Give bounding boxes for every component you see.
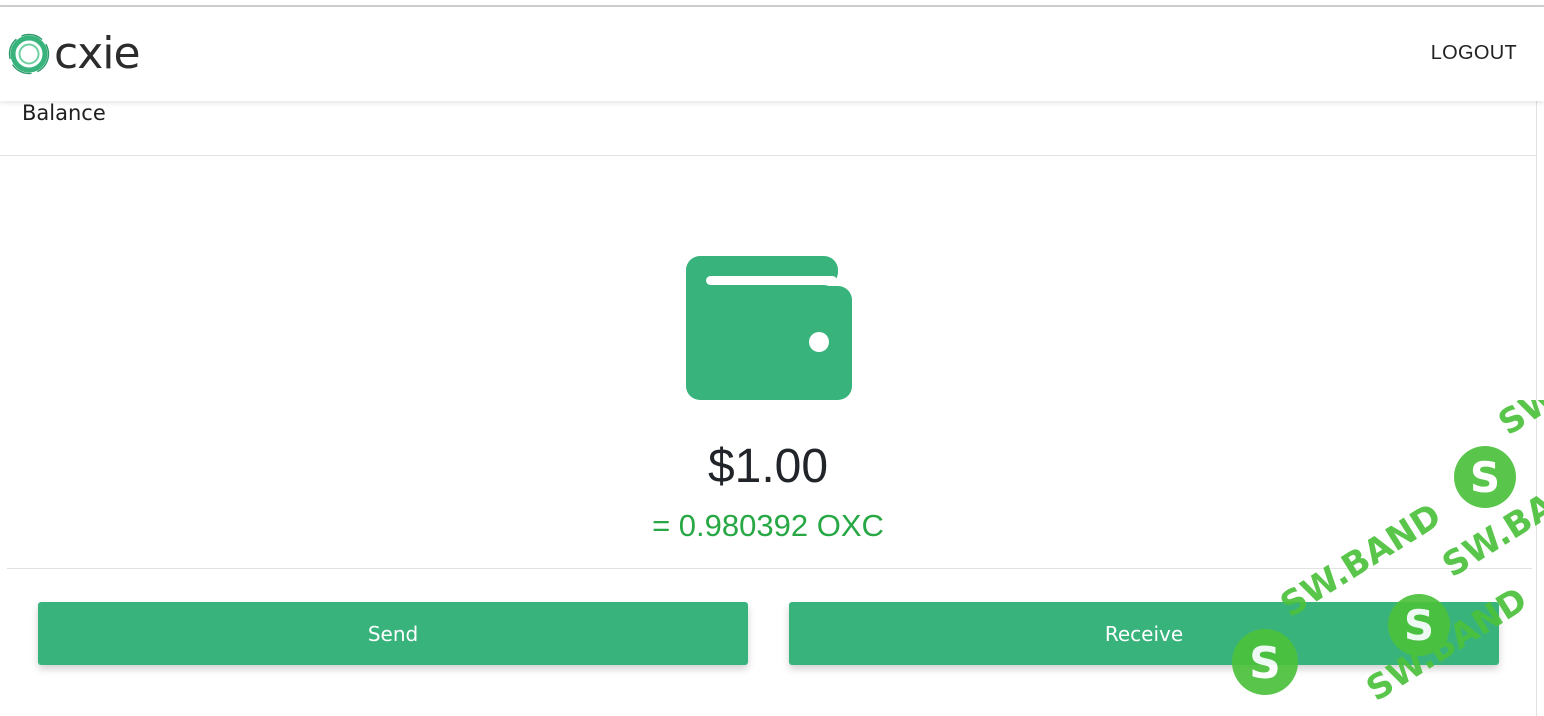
card-header: Balance bbox=[0, 96, 1536, 156]
card-footer-divider bbox=[7, 568, 1532, 569]
balance-amount: $1.00 bbox=[707, 440, 829, 493]
logout-link[interactable]: LOGOUT bbox=[1431, 42, 1517, 65]
brand-logo[interactable]: cxie bbox=[8, 28, 141, 79]
brand-ring-icon bbox=[8, 33, 50, 75]
send-button[interactable]: Send bbox=[38, 602, 748, 665]
crypto-equivalent: = 0.980392 OXC bbox=[652, 508, 884, 543]
card-title: Balance bbox=[22, 101, 106, 125]
navbar: cxie LOGOUT bbox=[0, 7, 1544, 101]
receive-button[interactable]: Receive bbox=[789, 602, 1499, 665]
wallet-icon bbox=[686, 256, 852, 400]
balance-card: Balance $1.00 = 0.980392 OXC Send Receiv… bbox=[0, 96, 1537, 716]
brand-name: cxie bbox=[54, 28, 141, 79]
